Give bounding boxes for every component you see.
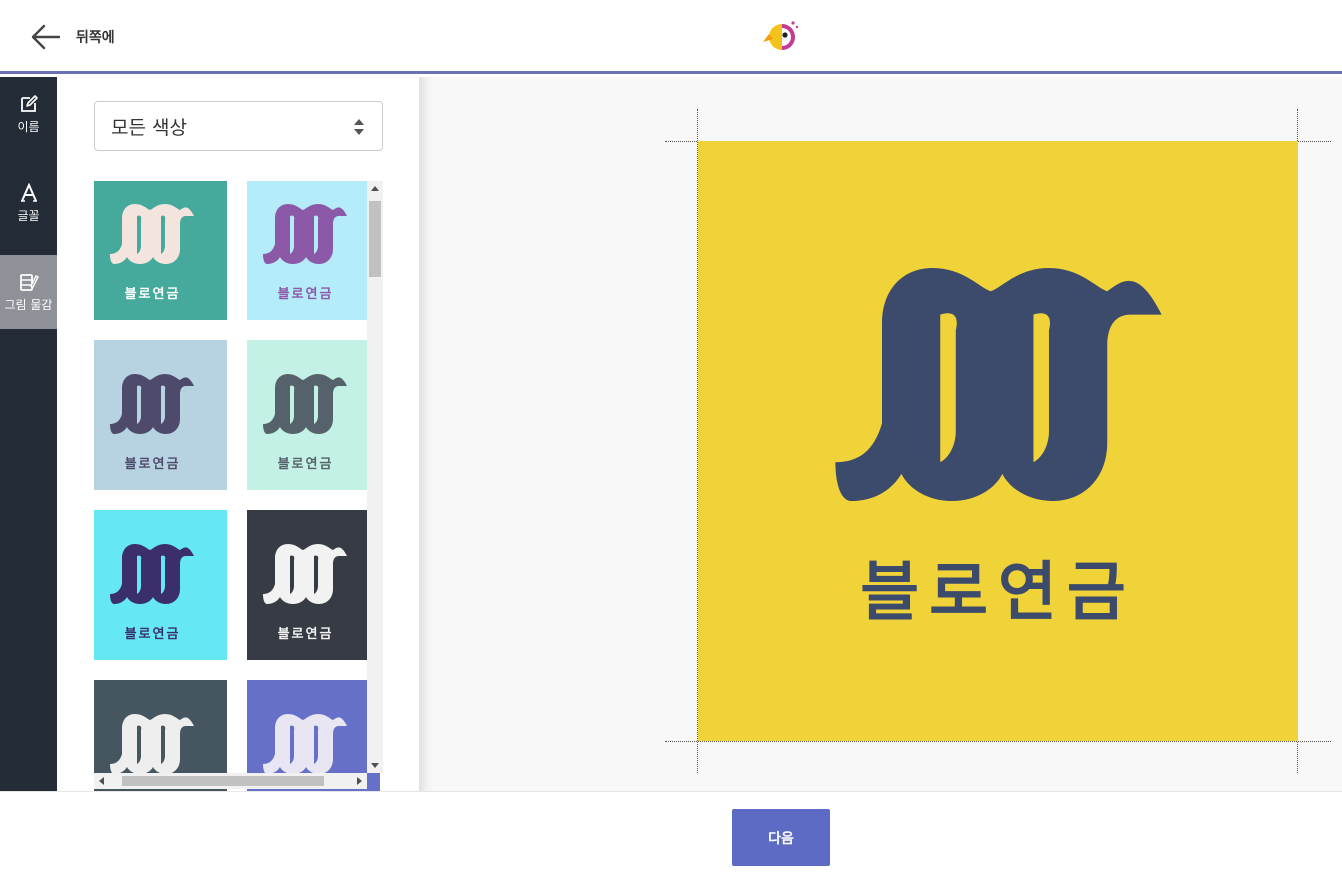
color-filter-value: 모든 색상 xyxy=(111,116,187,139)
palette-panel: 모든 색상 블로연금블로연금블로연금블로연금블로연금블로연금블로연금블로연금 xyxy=(57,77,419,791)
logo-preview-name: 블로연금 xyxy=(860,556,1136,630)
rail-item-name[interactable]: 이름 xyxy=(0,77,57,151)
arrow-left-icon xyxy=(31,24,61,50)
scroll-down-icon[interactable] xyxy=(371,763,379,768)
palette-tile[interactable]: 블로연금 xyxy=(94,181,227,320)
rail-label-name: 이름 xyxy=(17,119,40,134)
palette-tile[interactable]: 블로연금 xyxy=(94,340,227,490)
tile-logo-name: 블로연금 xyxy=(124,457,181,472)
rail-label-color: 그림 물감 xyxy=(4,297,53,312)
edit-icon xyxy=(20,94,38,112)
rail-item-font[interactable]: 글꼴 xyxy=(0,166,57,240)
palette-tile[interactable]: 블로연금 xyxy=(247,510,380,660)
palette-tile[interactable]: 블로연금 xyxy=(247,181,380,320)
logo-mark xyxy=(835,268,1162,501)
logo-mark-thumbnail xyxy=(263,714,347,774)
logo-mark-thumbnail xyxy=(110,714,194,774)
scroll-left-icon[interactable] xyxy=(99,777,104,785)
tile-logo-name: 블로연금 xyxy=(124,287,181,302)
logo-mark-thumbnail xyxy=(110,374,194,434)
scroll-thumb[interactable] xyxy=(369,201,381,277)
tile-logo-name: 블로연금 xyxy=(124,627,181,642)
scroll-up-icon[interactable] xyxy=(371,186,379,191)
rail-item-color[interactable]: 그림 물감 xyxy=(0,255,57,329)
logo-preview: 블로연금 xyxy=(698,141,1298,741)
vertical-scrollbar[interactable] xyxy=(367,181,383,773)
logo-mark-thumbnail xyxy=(110,204,194,264)
brand-parrot-icon xyxy=(763,21,799,50)
logo-mark-thumbnail xyxy=(110,544,194,604)
logo-mark-thumbnail xyxy=(263,204,347,264)
canvas-area: 블로연금 xyxy=(419,77,1342,791)
horizontal-scrollbar[interactable] xyxy=(94,773,367,789)
palette-tile[interactable]: 블로연금 xyxy=(94,510,227,660)
bottom-bar: 다음 xyxy=(0,791,1342,875)
guide-line-bottom xyxy=(665,741,1331,742)
logo-mark-thumbnail xyxy=(263,374,347,434)
tile-logo-name: 블로연금 xyxy=(277,457,334,472)
font-icon xyxy=(20,182,37,202)
logo-mark-thumbnail xyxy=(263,544,347,604)
palette-tile[interactable]: 블로연금 xyxy=(247,340,380,490)
tool-rail: 이름 글꼴 그림 물감 xyxy=(0,77,57,791)
scroll-right-icon[interactable] xyxy=(357,777,362,785)
back-label: 뒤쪽에 xyxy=(76,30,115,46)
color-filter-select[interactable]: 모든 색상 xyxy=(94,101,383,151)
next-button[interactable]: 다음 xyxy=(732,809,830,866)
tile-logo-name: 블로연금 xyxy=(277,287,334,302)
select-arrows-icon xyxy=(354,119,364,135)
tile-logo-name: 블로연금 xyxy=(277,627,334,642)
rail-label-font: 글꼴 xyxy=(17,208,40,223)
scroll-thumb-horizontal[interactable] xyxy=(122,776,324,786)
top-bar: 뒤쪽에 xyxy=(0,0,1342,74)
back-button[interactable]: 뒤쪽에 xyxy=(28,22,115,52)
paint-icon xyxy=(19,273,39,291)
palette-grid: 블로연금블로연금블로연금블로연금블로연금블로연금블로연금블로연금 xyxy=(94,181,383,791)
